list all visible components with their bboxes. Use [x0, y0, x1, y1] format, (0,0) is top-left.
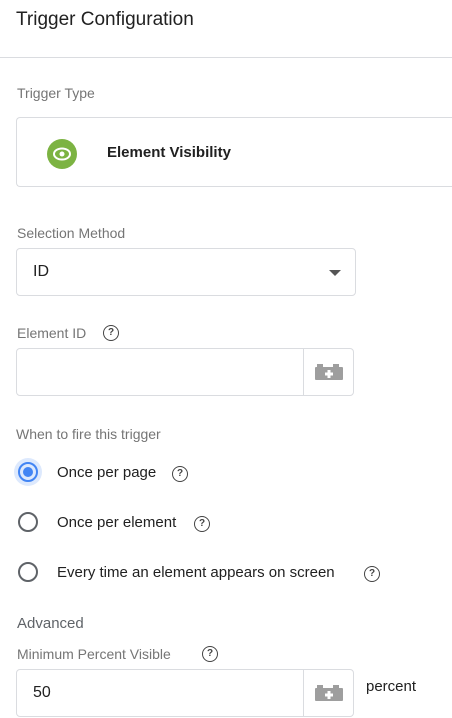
page-title: Trigger Configuration [16, 9, 194, 30]
help-icon[interactable]: ? [103, 325, 119, 341]
selection-method-value: ID [33, 263, 49, 280]
min-percent-label: Minimum Percent Visible [17, 646, 171, 662]
min-percent-input[interactable] [17, 670, 303, 716]
header-divider [0, 57, 452, 58]
radio-label: Once per element [57, 514, 177, 531]
eye-icon [47, 139, 77, 169]
help-icon[interactable]: ? [202, 646, 218, 662]
radio-button[interactable] [14, 458, 42, 486]
radio-label: Once per page [57, 464, 157, 481]
chevron-down-icon [329, 270, 341, 276]
trigger-type-card[interactable]: Element Visibility [16, 117, 452, 187]
fire-label: When to fire this trigger [16, 426, 161, 442]
help-icon[interactable]: ? [364, 566, 380, 582]
variable-icon [315, 685, 343, 701]
variable-picker-button[interactable] [304, 670, 354, 716]
radio-button[interactable] [18, 512, 38, 532]
radio-every-time[interactable]: Every time an element appears on screen [18, 561, 378, 589]
element-id-label: Element ID [17, 325, 87, 341]
help-icon[interactable]: ? [194, 516, 210, 532]
element-id-field [16, 348, 354, 396]
selection-method-label: Selection Method [17, 225, 126, 241]
element-id-input[interactable] [17, 349, 303, 395]
variable-picker-button[interactable] [304, 349, 354, 395]
radio-label: Every time an element appears on screen [57, 564, 335, 581]
variable-icon [315, 364, 343, 380]
min-percent-field [16, 669, 354, 717]
radio-once-per-element[interactable]: Once per element [18, 511, 258, 539]
trigger-type-label: Trigger Type [17, 85, 95, 101]
advanced-heading: Advanced [17, 615, 84, 632]
help-icon[interactable]: ? [172, 466, 188, 482]
radio-once-per-page[interactable]: Once per page [14, 458, 258, 489]
percent-unit-label: percent [366, 678, 417, 695]
trigger-type-name: Element Visibility [107, 144, 231, 161]
selection-method-select[interactable]: ID [16, 248, 356, 296]
radio-button[interactable] [18, 562, 38, 582]
